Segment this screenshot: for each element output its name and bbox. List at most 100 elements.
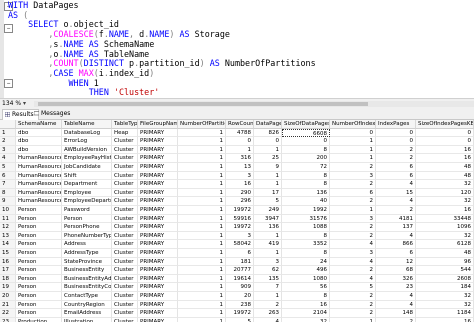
grid-cell[interactable]: Person — [16, 257, 62, 267]
grid-cell[interactable]: PRIMARY — [138, 274, 178, 284]
grid-cell[interactable]: 1 — [178, 317, 226, 322]
grid-cell[interactable]: 2 — [376, 206, 416, 215]
grid-cell[interactable]: 2 — [330, 309, 376, 318]
grid-cell[interactable]: 1 — [178, 274, 226, 284]
grid-cell[interactable]: 32 — [416, 300, 474, 310]
grid-cell[interactable]: Illustration — [62, 317, 112, 322]
grid-cell[interactable]: 4 — [330, 257, 376, 267]
grid-cell[interactable]: 2 — [330, 180, 376, 189]
grid-cell[interactable]: Cluster — [112, 292, 138, 301]
grid-cell[interactable]: 909 — [226, 283, 254, 292]
grid-cell[interactable]: 1088 — [282, 223, 330, 232]
grid-cell[interactable]: 1080 — [282, 274, 330, 284]
grid-cell[interactable]: 2104 — [282, 309, 330, 318]
grid-cell[interactable]: 6608 — [282, 128, 330, 138]
grid-cell[interactable]: PRIMARY — [138, 231, 178, 241]
grid-cell[interactable]: 0 — [416, 137, 474, 146]
grid-cell[interactable]: 58042 — [226, 240, 254, 249]
grid-cell[interactable]: 56 — [282, 283, 330, 292]
row-number[interactable]: 16 — [0, 257, 16, 267]
grid-cell[interactable]: 238 — [226, 300, 254, 310]
grid-cell[interactable]: StateProvince — [62, 257, 112, 267]
grid-cell[interactable]: 8 — [282, 171, 330, 181]
grid-cell[interactable]: 17 — [254, 188, 282, 198]
grid-cell[interactable]: 1 — [330, 145, 376, 155]
grid-cell[interactable]: 1 — [178, 171, 226, 181]
grid-cell[interactable]: 24 — [282, 257, 330, 267]
row-number[interactable]: 8 — [0, 188, 16, 198]
grid-cell[interactable]: Cluster — [112, 145, 138, 155]
grid-cell[interactable]: 3 — [254, 257, 282, 267]
grid-cell[interactable]: 1 — [178, 214, 226, 224]
grid-cell[interactable]: Cluster — [112, 317, 138, 322]
column-header[interactable]: IndexPages — [376, 120, 416, 129]
grid-cell[interactable]: 16 — [416, 206, 474, 215]
grid-cell[interactable]: 19972 — [226, 223, 254, 232]
row-number[interactable]: 21 — [0, 300, 16, 310]
grid-cell[interactable]: Cluster — [112, 171, 138, 181]
grid-cell[interactable]: 1 — [178, 223, 226, 232]
grid-cell[interactable]: CountryRegion — [62, 300, 112, 310]
grid-cell[interactable]: ErrorLog — [62, 137, 112, 146]
table-row[interactable]: 19PersonBusinessEntityCon...ClusterPRIMA… — [0, 283, 474, 292]
grid-cell[interactable]: 1 — [330, 206, 376, 215]
grid-cell[interactable]: 1 — [178, 292, 226, 301]
grid-cell[interactable]: Cluster — [112, 266, 138, 275]
grid-cell[interactable]: Production — [16, 317, 62, 322]
grid-cell[interactable]: 1 — [254, 171, 282, 181]
table-row[interactable]: 17 Person BusinessEntity Cluster PRIMARY 1 207… — [0, 266, 474, 275]
grid-cell[interactable]: 19972 — [226, 309, 254, 318]
grid-cell[interactable]: 3 — [330, 171, 376, 181]
grid-cell[interactable]: 4788 — [226, 128, 254, 138]
grid-cell[interactable]: 12 — [376, 257, 416, 267]
grid-cell[interactable]: 1 — [178, 231, 226, 241]
row-number[interactable]: 3 — [0, 145, 16, 155]
grid-cell[interactable]: Person — [16, 266, 62, 275]
row-number[interactable]: 17 — [0, 266, 16, 275]
grid-cell[interactable]: PRIMARY — [138, 154, 178, 163]
row-number[interactable]: 9 — [0, 197, 16, 206]
grid-cell[interactable]: 19972 — [226, 206, 254, 215]
grid-cell[interactable]: 1 — [178, 206, 226, 215]
column-header[interactable]: SizeOfIndexPagesKB — [416, 120, 474, 129]
grid-cell[interactable]: 419 — [254, 240, 282, 249]
grid-cell[interactable]: Person — [16, 249, 62, 258]
grid-cell[interactable]: Department — [62, 180, 112, 189]
grid-cell[interactable]: 290 — [226, 188, 254, 198]
grid-cell[interactable]: 5 — [330, 283, 376, 292]
grid-cell[interactable]: Cluster — [112, 188, 138, 198]
grid-cell[interactable]: 1992 — [282, 206, 330, 215]
grid-cell[interactable]: 2 — [330, 197, 376, 206]
tab-messages[interactable]: Messages — [32, 109, 74, 119]
grid-cell[interactable]: 200 — [282, 154, 330, 163]
grid-cell[interactable]: 1 — [178, 309, 226, 318]
grid-cell[interactable]: 2 — [330, 292, 376, 301]
grid-cell[interactable]: 48 — [416, 249, 474, 258]
grid-cell[interactable]: Cluster — [112, 137, 138, 146]
grid-cell[interactable]: 1 — [178, 266, 226, 275]
grid-cell[interactable]: 6 — [376, 249, 416, 258]
grid-cell[interactable]: 72 — [282, 163, 330, 172]
grid-cell[interactable]: 2 — [376, 145, 416, 155]
grid-cell[interactable]: 4 — [330, 240, 376, 249]
table-row[interactable]: 9HumanResourcesEmployeeDepartm...Cluster… — [0, 197, 474, 206]
grid-cell[interactable]: 2 — [330, 300, 376, 310]
grid-cell[interactable]: 5 — [254, 197, 282, 206]
grid-cell[interactable]: PRIMARY — [138, 188, 178, 198]
grid-cell[interactable]: 3 — [330, 214, 376, 224]
grid-cell[interactable]: 2 — [330, 163, 376, 172]
grid-cell[interactable]: 1 — [178, 180, 226, 189]
grid-cell[interactable]: 2 — [376, 317, 416, 322]
column-header[interactable]: DataPages — [254, 120, 282, 129]
grid-cell[interactable]: 23 — [376, 283, 416, 292]
grid-cell[interactable]: 135 — [254, 274, 282, 284]
grid-cell[interactable]: 1 — [254, 231, 282, 241]
table-row[interactable]: 23 Production Illustration Cluster PRIMARY 1 5… — [0, 317, 474, 322]
grid-cell[interactable]: 136 — [282, 188, 330, 198]
grid-cell[interactable]: 32 — [416, 231, 474, 241]
grid-cell[interactable]: 31576 — [282, 214, 330, 224]
grid-cell[interactable]: PRIMARY — [138, 300, 178, 310]
grid-corner[interactable] — [0, 120, 16, 129]
grid-cell[interactable]: Cluster — [112, 283, 138, 292]
grid-cell[interactable]: PRIMARY — [138, 223, 178, 232]
